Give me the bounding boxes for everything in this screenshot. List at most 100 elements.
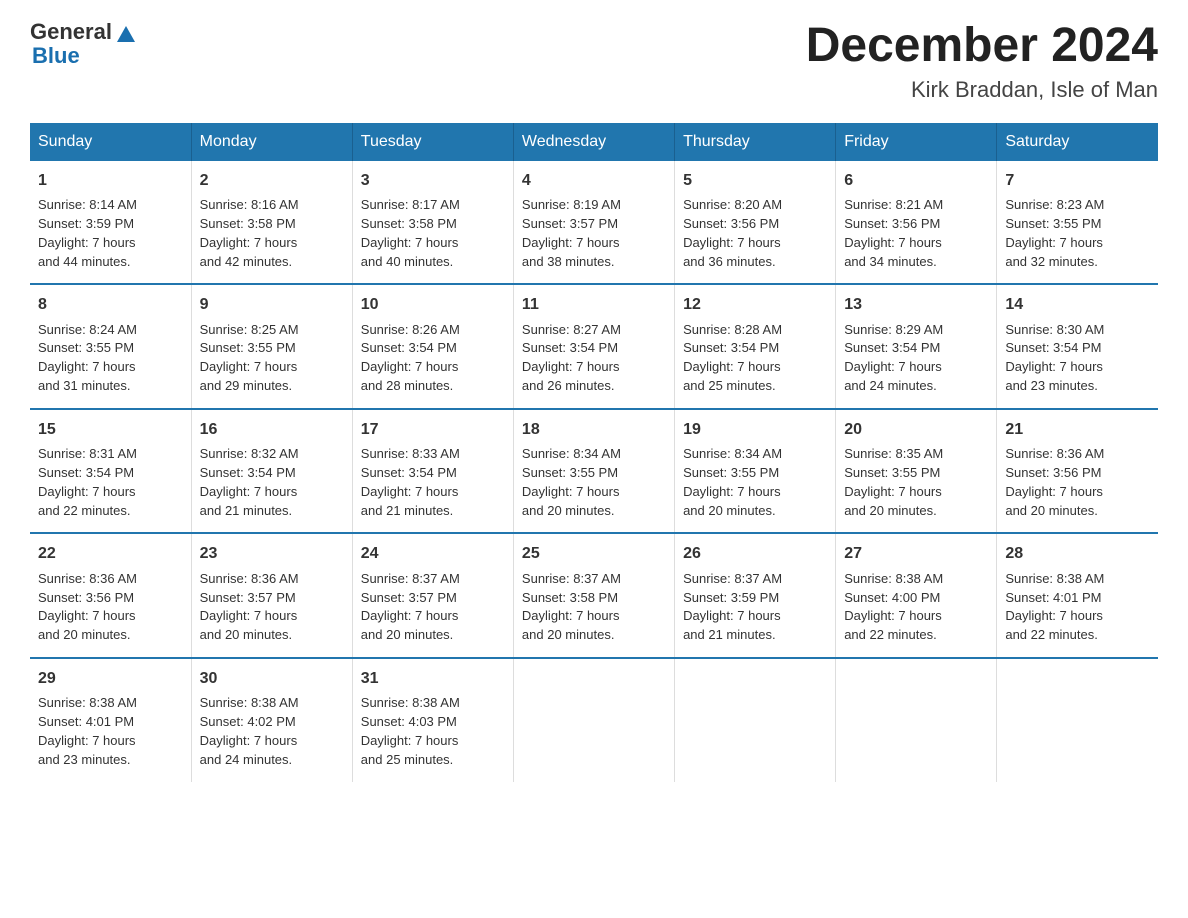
day-info: Sunrise: 8:14 AMSunset: 3:59 PMDaylight:… bbox=[38, 196, 183, 271]
day-number: 3 bbox=[361, 169, 505, 192]
calendar-cell: 30Sunrise: 8:38 AMSunset: 4:02 PMDayligh… bbox=[191, 658, 352, 782]
calendar-week-row: 15 Sunrise: 8:31 AMSunset: 3:54 PMDayligh… bbox=[30, 409, 1158, 534]
calendar-cell: 8 Sunrise: 8:24 AMSunset: 3:55 PMDaylight… bbox=[30, 284, 191, 409]
day-info: Sunrise: 8:38 AMSunset: 4:03 PMDaylight:… bbox=[361, 694, 505, 769]
calendar-cell: 1 Sunrise: 8:14 AMSunset: 3:59 PMDaylight… bbox=[30, 161, 191, 285]
day-number: 18 bbox=[522, 418, 666, 441]
calendar-cell: 11Sunrise: 8:27 AMSunset: 3:54 PMDayligh… bbox=[513, 284, 674, 409]
calendar-cell: 2 Sunrise: 8:16 AMSunset: 3:58 PMDaylight… bbox=[191, 161, 352, 285]
day-number: 23 bbox=[200, 542, 344, 565]
calendar-cell: 28 Sunrise: 8:38 AMSunset: 4:01 PMDayligh… bbox=[997, 533, 1158, 658]
day-info: Sunrise: 8:31 AMSunset: 3:54 PMDaylight:… bbox=[38, 445, 183, 520]
day-number: 26 bbox=[683, 542, 827, 565]
calendar-cell: 5 Sunrise: 8:20 AMSunset: 3:56 PMDaylight… bbox=[675, 161, 836, 285]
day-info: Sunrise: 8:37 AMSunset: 3:57 PMDaylight:… bbox=[361, 570, 505, 645]
day-number: 19 bbox=[683, 418, 827, 441]
day-info: Sunrise: 8:29 AMSunset: 3:54 PMDaylight:… bbox=[844, 321, 988, 396]
header-cell-saturday: Saturday bbox=[997, 123, 1158, 161]
day-info: Sunrise: 8:24 AMSunset: 3:55 PMDaylight:… bbox=[38, 321, 183, 396]
day-info: Sunrise: 8:16 AMSunset: 3:58 PMDaylight:… bbox=[200, 196, 344, 271]
calendar-header: SundayMondayTuesdayWednesdayThursdayFrid… bbox=[30, 123, 1158, 161]
day-info: Sunrise: 8:38 AMSunset: 4:02 PMDaylight:… bbox=[200, 694, 344, 769]
logo-blue-text: Blue bbox=[32, 44, 137, 68]
logo-general-text: General bbox=[30, 20, 112, 44]
day-number: 13 bbox=[844, 293, 988, 316]
calendar-table: SundayMondayTuesdayWednesdayThursdayFrid… bbox=[30, 123, 1158, 782]
calendar-cell: 24Sunrise: 8:37 AMSunset: 3:57 PMDayligh… bbox=[352, 533, 513, 658]
calendar-cell: 13 Sunrise: 8:29 AMSunset: 3:54 PMDayligh… bbox=[836, 284, 997, 409]
day-number: 25 bbox=[522, 542, 666, 565]
calendar-week-row: 8 Sunrise: 8:24 AMSunset: 3:55 PMDaylight… bbox=[30, 284, 1158, 409]
calendar-cell: 18 Sunrise: 8:34 AMSunset: 3:55 PMDayligh… bbox=[513, 409, 674, 534]
day-number: 27 bbox=[844, 542, 988, 565]
calendar-cell: 17 Sunrise: 8:33 AMSunset: 3:54 PMDayligh… bbox=[352, 409, 513, 534]
calendar-cell: 25Sunrise: 8:37 AMSunset: 3:58 PMDayligh… bbox=[513, 533, 674, 658]
calendar-cell bbox=[836, 658, 997, 782]
header-cell-sunday: Sunday bbox=[30, 123, 191, 161]
calendar-cell bbox=[997, 658, 1158, 782]
header-row: SundayMondayTuesdayWednesdayThursdayFrid… bbox=[30, 123, 1158, 161]
calendar-cell: 19 Sunrise: 8:34 AMSunset: 3:55 PMDayligh… bbox=[675, 409, 836, 534]
calendar-cell: 16 Sunrise: 8:32 AMSunset: 3:54 PMDayligh… bbox=[191, 409, 352, 534]
day-number: 5 bbox=[683, 169, 827, 192]
calendar-cell: 14 Sunrise: 8:30 AMSunset: 3:54 PMDayligh… bbox=[997, 284, 1158, 409]
header-cell-tuesday: Tuesday bbox=[352, 123, 513, 161]
calendar-cell: 31 Sunrise: 8:38 AMSunset: 4:03 PMDayligh… bbox=[352, 658, 513, 782]
day-number: 10 bbox=[361, 293, 505, 316]
calendar-week-row: 29Sunrise: 8:38 AMSunset: 4:01 PMDayligh… bbox=[30, 658, 1158, 782]
day-info: Sunrise: 8:34 AMSunset: 3:55 PMDaylight:… bbox=[522, 445, 666, 520]
calendar-cell: 29Sunrise: 8:38 AMSunset: 4:01 PMDayligh… bbox=[30, 658, 191, 782]
day-number: 16 bbox=[200, 418, 344, 441]
day-info: Sunrise: 8:38 AMSunset: 4:00 PMDaylight:… bbox=[844, 570, 988, 645]
calendar-cell: 20Sunrise: 8:35 AMSunset: 3:55 PMDayligh… bbox=[836, 409, 997, 534]
calendar-cell: 27 Sunrise: 8:38 AMSunset: 4:00 PMDayligh… bbox=[836, 533, 997, 658]
calendar-cell: 12Sunrise: 8:28 AMSunset: 3:54 PMDayligh… bbox=[675, 284, 836, 409]
location-text: Kirk Braddan, Isle of Man bbox=[806, 77, 1158, 103]
title-block: December 2024 Kirk Braddan, Isle of Man bbox=[806, 20, 1158, 103]
day-number: 1 bbox=[38, 169, 183, 192]
day-number: 14 bbox=[1005, 293, 1150, 316]
calendar-cell bbox=[513, 658, 674, 782]
day-number: 28 bbox=[1005, 542, 1150, 565]
day-number: 29 bbox=[38, 667, 183, 690]
day-number: 2 bbox=[200, 169, 344, 192]
page-header: General Blue December 2024 Kirk Braddan,… bbox=[30, 20, 1158, 103]
day-info: Sunrise: 8:20 AMSunset: 3:56 PMDaylight:… bbox=[683, 196, 827, 271]
day-info: Sunrise: 8:37 AMSunset: 3:59 PMDaylight:… bbox=[683, 570, 827, 645]
day-info: Sunrise: 8:38 AMSunset: 4:01 PMDaylight:… bbox=[1005, 570, 1150, 645]
day-info: Sunrise: 8:25 AMSunset: 3:55 PMDaylight:… bbox=[200, 321, 344, 396]
day-info: Sunrise: 8:32 AMSunset: 3:54 PMDaylight:… bbox=[200, 445, 344, 520]
day-info: Sunrise: 8:17 AMSunset: 3:58 PMDaylight:… bbox=[361, 196, 505, 271]
logo-triangle-icon bbox=[115, 22, 137, 44]
logo: General Blue bbox=[30, 20, 137, 68]
calendar-cell: 21Sunrise: 8:36 AMSunset: 3:56 PMDayligh… bbox=[997, 409, 1158, 534]
day-info: Sunrise: 8:27 AMSunset: 3:54 PMDaylight:… bbox=[522, 321, 666, 396]
day-number: 4 bbox=[522, 169, 666, 192]
calendar-cell: 3 Sunrise: 8:17 AMSunset: 3:58 PMDaylight… bbox=[352, 161, 513, 285]
header-cell-wednesday: Wednesday bbox=[513, 123, 674, 161]
calendar-cell: 6Sunrise: 8:21 AMSunset: 3:56 PMDaylight… bbox=[836, 161, 997, 285]
month-title: December 2024 bbox=[806, 20, 1158, 73]
day-number: 6 bbox=[844, 169, 988, 192]
calendar-cell bbox=[675, 658, 836, 782]
day-info: Sunrise: 8:28 AMSunset: 3:54 PMDaylight:… bbox=[683, 321, 827, 396]
day-number: 31 bbox=[361, 667, 505, 690]
calendar-cell: 23 Sunrise: 8:36 AMSunset: 3:57 PMDayligh… bbox=[191, 533, 352, 658]
calendar-cell: 7 Sunrise: 8:23 AMSunset: 3:55 PMDaylight… bbox=[997, 161, 1158, 285]
calendar-cell: 10 Sunrise: 8:26 AMSunset: 3:54 PMDayligh… bbox=[352, 284, 513, 409]
day-number: 20 bbox=[844, 418, 988, 441]
day-info: Sunrise: 8:33 AMSunset: 3:54 PMDaylight:… bbox=[361, 445, 505, 520]
calendar-week-row: 1 Sunrise: 8:14 AMSunset: 3:59 PMDaylight… bbox=[30, 161, 1158, 285]
day-number: 17 bbox=[361, 418, 505, 441]
calendar-cell: 4Sunrise: 8:19 AMSunset: 3:57 PMDaylight… bbox=[513, 161, 674, 285]
calendar-cell: 9Sunrise: 8:25 AMSunset: 3:55 PMDaylight… bbox=[191, 284, 352, 409]
calendar-body: 1 Sunrise: 8:14 AMSunset: 3:59 PMDaylight… bbox=[30, 161, 1158, 782]
day-number: 15 bbox=[38, 418, 183, 441]
day-info: Sunrise: 8:23 AMSunset: 3:55 PMDaylight:… bbox=[1005, 196, 1150, 271]
day-number: 7 bbox=[1005, 169, 1150, 192]
day-info: Sunrise: 8:36 AMSunset: 3:57 PMDaylight:… bbox=[200, 570, 344, 645]
day-number: 8 bbox=[38, 293, 183, 316]
day-info: Sunrise: 8:34 AMSunset: 3:55 PMDaylight:… bbox=[683, 445, 827, 520]
day-info: Sunrise: 8:26 AMSunset: 3:54 PMDaylight:… bbox=[361, 321, 505, 396]
day-info: Sunrise: 8:30 AMSunset: 3:54 PMDaylight:… bbox=[1005, 321, 1150, 396]
